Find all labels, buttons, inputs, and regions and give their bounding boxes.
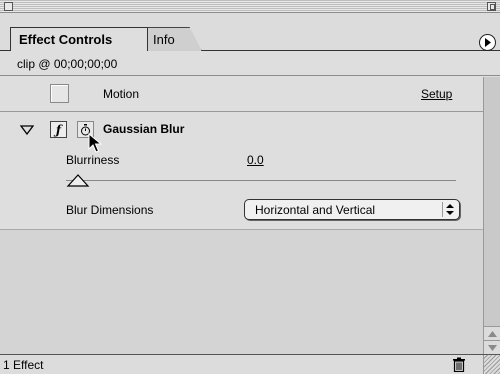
effects-list: Motion Setup ƒ Gaussian Blur Blurriness … (0, 77, 483, 354)
effect-controls-window: Info Effect Controls clip @ 00;00;00;00 … (0, 0, 500, 374)
blurriness-value[interactable]: 0.0 (247, 153, 264, 167)
blur-dimensions-value: Horizontal and Vertical (255, 202, 376, 217)
tab-effect-controls-label: Effect Controls (19, 32, 113, 47)
zoom-box-icon[interactable] (487, 2, 496, 11)
title-bar[interactable] (0, 0, 500, 13)
effect-name: Gaussian Blur (103, 122, 185, 136)
vertical-scrollbar[interactable] (483, 77, 500, 354)
tab-row: Info Effect Controls (0, 13, 500, 51)
motion-label: Motion (103, 87, 140, 101)
tab-info[interactable]: Info (140, 27, 202, 51)
tab-effect-controls[interactable]: Effect Controls (10, 27, 148, 51)
panel-menu-icon (485, 38, 491, 47)
effect-toggle-button[interactable]: ƒ (50, 121, 67, 138)
blurriness-label: Blurriness (66, 153, 120, 167)
blur-dimensions-select[interactable]: Horizontal and Vertical (244, 199, 460, 220)
mouse-pointer-icon (88, 133, 103, 153)
tab-info-label: Info (153, 32, 175, 47)
scroll-up-button[interactable] (484, 326, 500, 340)
status-bar: 1 Effect (0, 354, 500, 374)
clip-timecode: clip @ 00;00;00;00 (0, 52, 500, 76)
close-box-icon[interactable] (4, 2, 13, 11)
arrow-down-icon (487, 344, 497, 351)
clip-timecode-label: clip @ 00;00;00;00 (17, 56, 118, 71)
blurriness-slider-track[interactable] (66, 180, 456, 181)
disclosure-triangle-icon[interactable] (20, 125, 34, 135)
motion-row: Motion Setup (0, 77, 483, 112)
motion-enable-checkbox[interactable] (50, 84, 69, 103)
effect-count: 1 Effect (3, 358, 44, 372)
arrow-up-icon (487, 330, 497, 337)
scroll-down-button[interactable] (484, 340, 500, 354)
trash-icon[interactable] (452, 357, 466, 372)
select-arrows-icon (442, 202, 456, 217)
blurriness-slider-thumb[interactable] (66, 174, 90, 187)
setup-link[interactable]: Setup (421, 87, 452, 101)
blur-dimensions-label: Blur Dimensions (66, 203, 154, 217)
fx-icon: ƒ (55, 122, 62, 137)
empty-list-area (0, 230, 483, 354)
panel-menu-button[interactable] (479, 34, 496, 51)
gaussian-blur-section: ƒ Gaussian Blur Blurriness 0.0 Blur Dime… (0, 113, 483, 230)
resize-grip-icon[interactable] (483, 355, 500, 374)
